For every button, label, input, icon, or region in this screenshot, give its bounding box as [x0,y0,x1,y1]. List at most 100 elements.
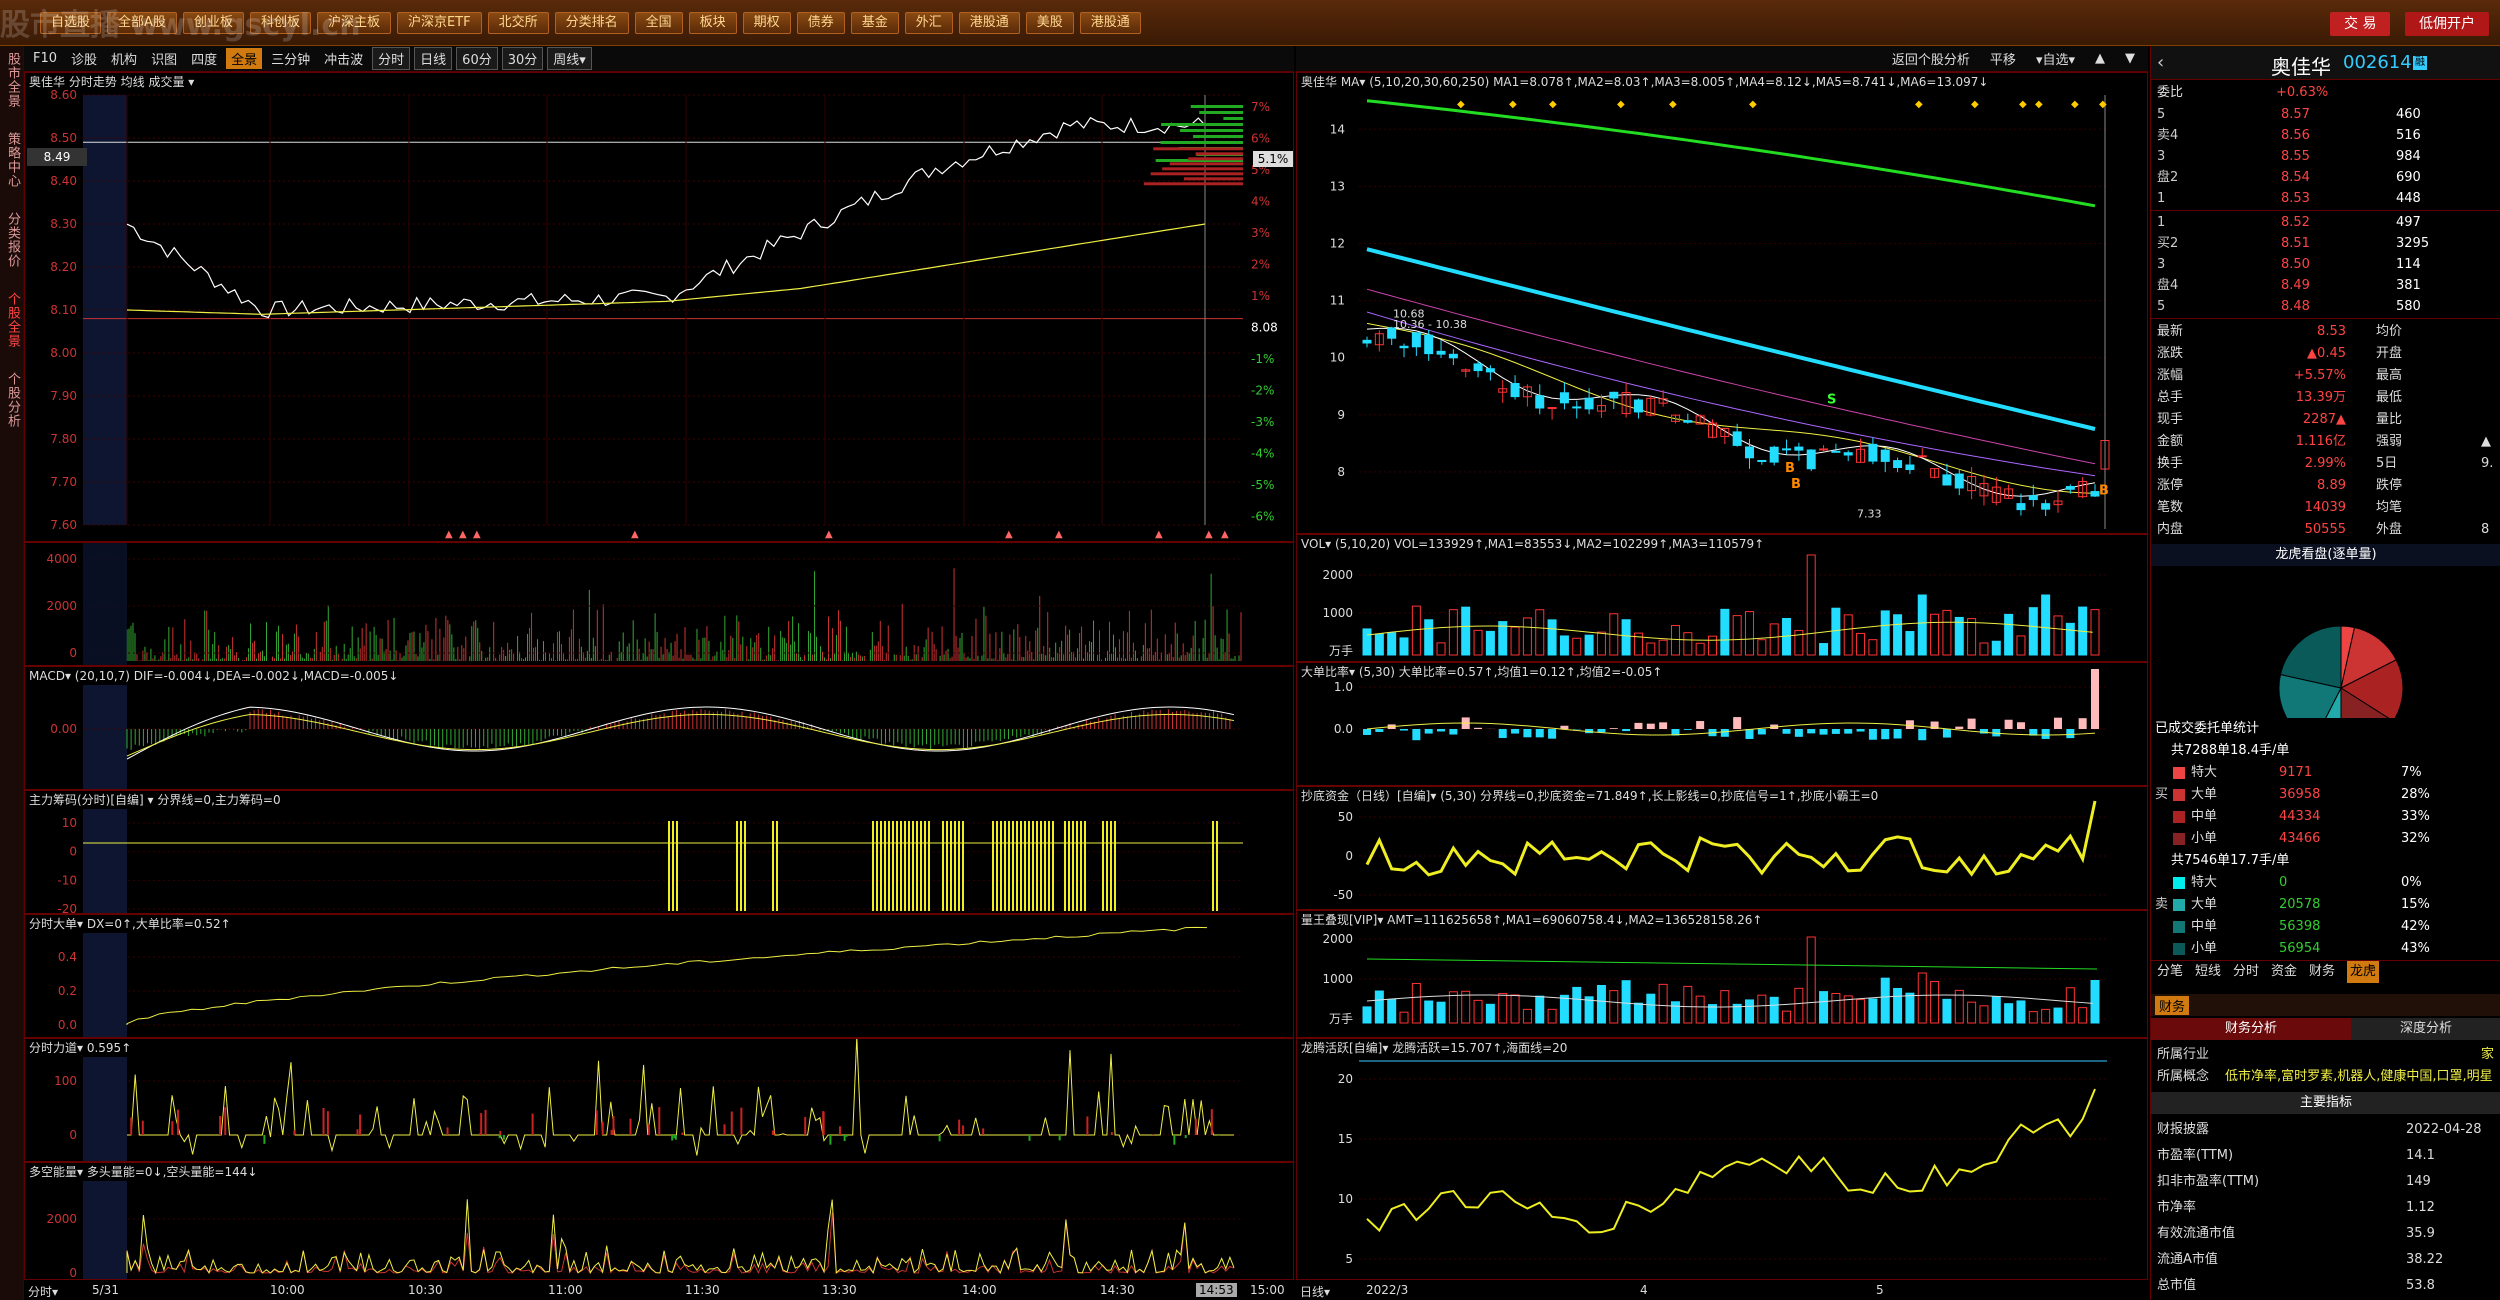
kvk-bar-5 [1424,1000,1434,1024]
intraday-chart[interactable]: 8.60 8.50 8.40 8.30 8.20 8.10 8.00 7.90 7.80 7.70… [25,73,1294,542]
macd-chart[interactable]: 0.00 [25,667,1294,790]
fin-subtab-1[interactable]: 深度分析 [2351,1018,2500,1040]
quote-tab-2[interactable]: 分时 [2233,961,2259,983]
series-分时 [126,116,1206,319]
sell-row-3: 小单 56954 43% [2151,938,2500,960]
stat-row-4: 现手 2287▲ 量比 [2151,409,2500,431]
signal-marker-7: ▲ [1155,529,1163,540]
toolbar-item-8[interactable]: 分时 [372,47,411,70]
volking-panel: 量王叠现[VIP]▾ AMT=111625658↑,MA1=69060758.4… [1296,910,2148,1038]
kline-toolbar-item-1[interactable]: 平移 [1985,48,2021,69]
kvol-bar-7 [1448,609,1458,656]
main-chip-chart[interactable]: 10 0 -10 -20 [25,791,1294,914]
kline-chart[interactable]: 14131211109810.6810.36 - 10.387.33SBB B◆ ◆… [1297,73,2148,534]
market-tab-14[interactable]: 港股通 [958,12,1020,34]
market-tab-10[interactable]: 期权 [742,12,791,34]
toolbar-item-10[interactable]: 60分 [456,47,498,70]
big-order-chart[interactable]: 0.4 0.2 0.0 [25,915,1294,1038]
rail-item-0[interactable]: 股市全景 [2,52,22,108]
kbr-bar-14 [1535,729,1544,738]
depth-bar-buy-5 [1193,135,1243,138]
toolbar-item-0[interactable]: F10 [28,50,62,67]
quote-tab-3[interactable]: 资金 [2271,961,2297,983]
bottom-fund-panel: 抄底资金（日线）[自编]▾ (5,30) 分界线=0,抄底资金=71.849↑,… [1296,786,2148,910]
ask-label-2: 3 [2157,149,2166,164]
toolbar-item-1[interactable]: 诊股 [66,48,102,69]
kline-toolbar-item-3[interactable]: ▲ [2090,50,2110,67]
toolbar-item-11[interactable]: 30分 [501,47,544,70]
rail-item-4[interactable]: 个股分析 [2,372,22,428]
price-tick-4: 8.20 [50,260,77,274]
energy-chart[interactable]: 2000 0 [25,1163,1294,1280]
toolbar-item-3[interactable]: 识图 [146,48,182,69]
stat-label2-6: 5日 [2376,456,2398,471]
market-tab-11[interactable]: 债券 [796,12,845,34]
pct-tick-1: 6% [1251,132,1270,146]
kvk-bar-54 [2028,1011,2038,1024]
kline-vol-chart[interactable]: 2000 1000 万手 [1297,535,2148,662]
force-chart[interactable]: 100 0 [25,1039,1294,1162]
market-tab-15[interactable]: 美股 [1025,12,1074,34]
toolbar-item-5[interactable]: 全景 [226,48,263,69]
bigratio-chart[interactable]: 1.0 0.0 [1297,663,2148,786]
ask-vol-1: 516 [2396,128,2421,143]
kline-toolbar-item-4[interactable]: ▼ [2120,50,2140,67]
kvk-tick-2: 万手 [1329,1012,1353,1026]
candle-body-0 [1362,339,1372,344]
pct-tick-10: -3% [1251,415,1274,429]
kvol-bar-39 [1843,614,1853,656]
k-top-marker-7: ◆ [1971,99,1979,110]
pct-tick-8: -1% [1251,352,1274,366]
sell-row-0: 特大 0 0% [2151,872,2500,894]
bottom-fund-chart[interactable]: 50 0 -50 [1297,787,2148,910]
market-tab-13[interactable]: 外汇 [904,12,953,34]
market-tab-9[interactable]: 板块 [688,12,737,34]
date-axis-mode[interactable]: 日线▾ [1300,1283,1330,1300]
sell-swatch-1 [2173,899,2185,911]
kline-toolbar-item-0[interactable]: 返回个股分析 [1887,48,1975,69]
market-tab-5[interactable]: 沪深京ETF [396,12,482,34]
toolbar-item-4[interactable]: 四度 [186,48,222,69]
rail-item-2[interactable]: 分类报价 [2,212,22,268]
buy-swatch-3 [2173,833,2185,845]
candle-body-39 [1843,452,1853,456]
rong-icon[interactable]: 融 [2413,56,2427,70]
stat-value-2: +5.57% [2293,368,2346,383]
kvk-bar-9 [1473,999,1483,1024]
candle-body-22 [1633,399,1643,413]
fin-subtab-0[interactable]: 财务分析 [2151,1018,2351,1040]
quote-tab-4[interactable]: 财务 [2309,961,2335,983]
trade-button[interactable]: 交 易 [2330,12,2391,36]
volking-chart[interactable]: 2000 1000 万手 [1297,911,2148,1038]
quote-tab-1[interactable]: 短线 [2195,961,2221,983]
k-buy-signal-1: B [1785,461,1795,476]
ask-price-0: 8.57 [2281,107,2310,122]
fin-tab[interactable]: 财务 [2155,996,2190,1015]
toolbar-item-6[interactable]: 三分钟 [266,48,315,69]
market-tab-7[interactable]: 分类排名 [554,12,629,34]
rail-item-1[interactable]: 策略中心 [2,132,22,188]
kdr-tick-3: 5 [1345,1252,1353,1266]
toolbar-item-9[interactable]: 日线 [414,47,453,70]
k-buy-signal-3: B [2099,484,2109,499]
stat-label-5: 金额 [2157,434,2184,449]
toolbar-item-2[interactable]: 机构 [106,48,142,69]
rail-item-3[interactable]: 个股全景 [2,292,22,348]
kline-toolbar-item-2[interactable]: ▾自选▾ [2031,48,2080,69]
dragon-chart[interactable]: 20 15 10 5 [1297,1039,2148,1280]
quote-tab-5[interactable]: 龙虎 [2347,961,2380,983]
quote-tab-0[interactable]: 分笔 [2157,961,2183,983]
time-axis-mode[interactable]: 分时▾ [28,1283,58,1300]
fin-value-6: 53.8 [2406,1278,2435,1293]
market-tab-12[interactable]: 基金 [850,12,899,34]
toolbar-item-7[interactable]: 冲击波 [319,48,368,69]
market-tab-6[interactable]: 北交所 [487,12,549,34]
toolbar-item-12[interactable]: 周线▾ [547,47,592,70]
market-tab-8[interactable]: 全国 [634,12,683,34]
stat-label-7: 涨停 [2157,478,2184,493]
account-button[interactable]: 低佣开户 [2405,12,2489,36]
kbr-bar-23 [1646,723,1655,729]
back-icon[interactable]: ‹ [2157,52,2164,73]
intraday-volume-chart[interactable]: 4000 2000 0 [25,543,1294,666]
market-tab-16[interactable]: 港股通 [1079,12,1141,34]
